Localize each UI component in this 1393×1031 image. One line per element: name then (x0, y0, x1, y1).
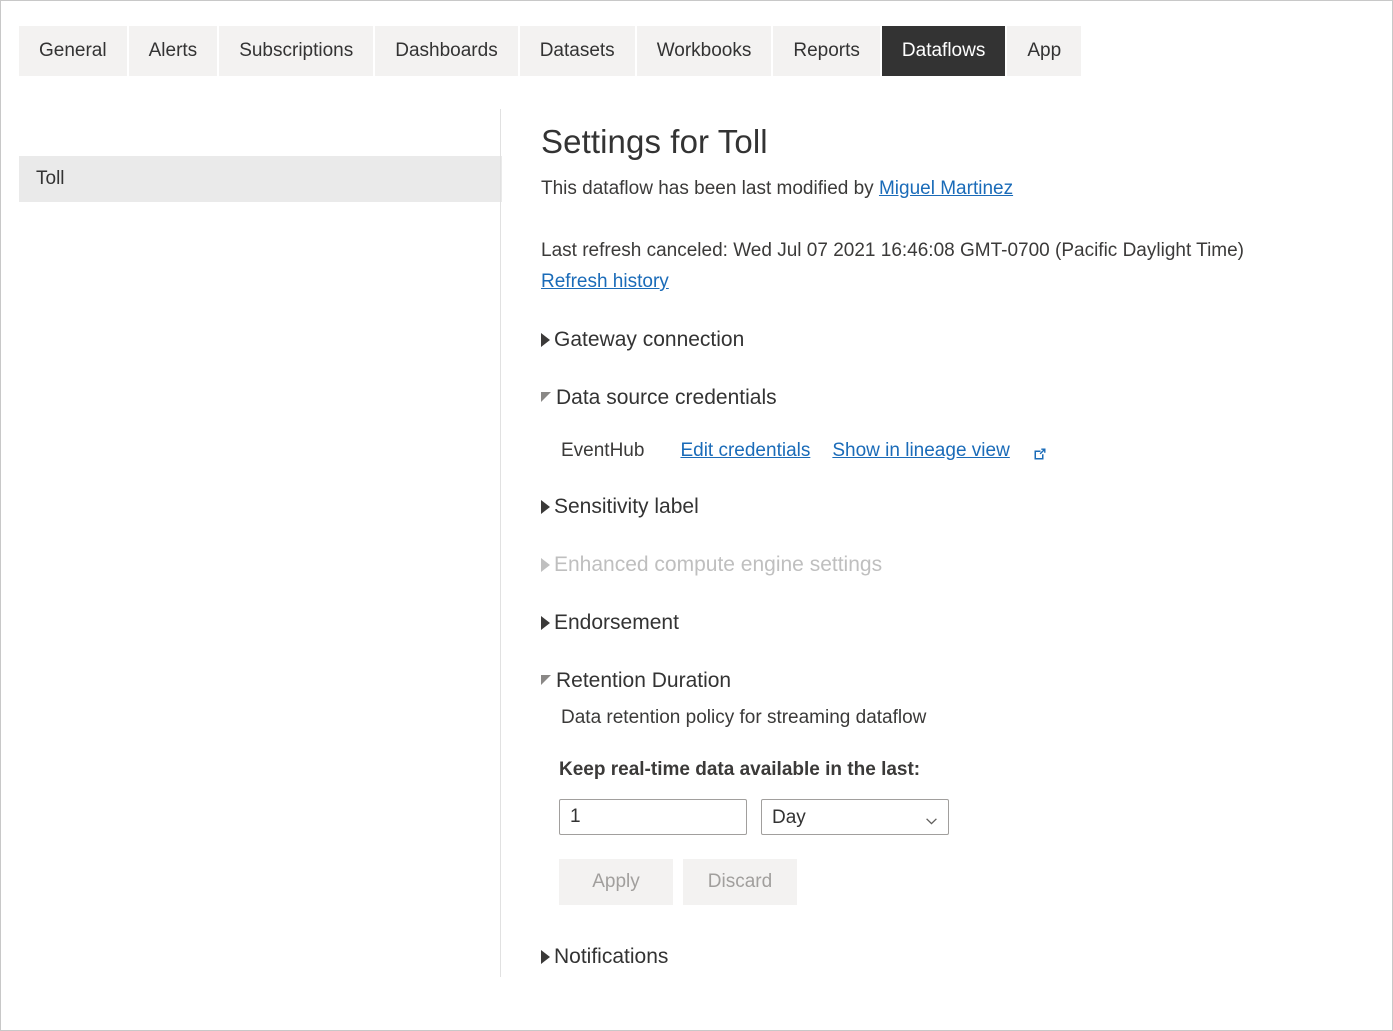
retention-unit-select-wrap: Day (761, 799, 949, 835)
section-title: Data source credentials (556, 384, 777, 412)
apply-button[interactable]: Apply (559, 859, 673, 905)
page-title: Settings for Toll (541, 121, 1361, 163)
sidebar-item-toll[interactable]: Toll (19, 156, 502, 202)
section-data-source-credentials: Data source credentials EventHub Edit cr… (541, 384, 1361, 463)
retention-field-row: Day (559, 799, 1361, 835)
section-header-endorsement[interactable]: Endorsement (541, 609, 1361, 637)
sidebar-item-label: Toll (19, 168, 65, 190)
credential-row: EventHub Edit credentials Show in lineag… (561, 439, 1361, 463)
section-enhanced-compute-engine-settings: Enhanced compute engine settings (541, 551, 1361, 579)
chevron-down-icon (541, 675, 551, 685)
edit-credentials-link[interactable]: Edit credentials (680, 439, 810, 463)
chevron-down-icon (541, 392, 551, 402)
retention-amount-input[interactable] (559, 799, 747, 835)
section-retention-duration: Retention Duration Data retention policy… (541, 667, 1361, 905)
section-header-sensitivity-label[interactable]: Sensitivity label (541, 493, 1361, 521)
external-link-icon (1032, 445, 1048, 461)
refresh-status-block: Last refresh canceled: Wed Jul 07 2021 1… (541, 237, 1361, 296)
section-sensitivity-label: Sensitivity label (541, 493, 1361, 521)
dataflow-list-sidebar: Toll (2, 109, 500, 975)
chevron-right-icon (541, 333, 550, 347)
chevron-right-icon (541, 616, 550, 630)
chevron-right-icon (541, 500, 550, 514)
section-title: Notifications (554, 943, 668, 971)
section-header-data-source-credentials[interactable]: Data source credentials (541, 384, 1361, 412)
section-header-retention-duration[interactable]: Retention Duration (541, 667, 1361, 695)
section-title: Enhanced compute engine settings (554, 551, 882, 579)
vertical-divider (500, 109, 501, 977)
section-header-notifications[interactable]: Notifications (541, 943, 1361, 971)
discard-button[interactable]: Discard (683, 859, 797, 905)
tab-workbooks[interactable]: Workbooks (637, 26, 772, 76)
refresh-history-link[interactable]: Refresh history (541, 268, 669, 296)
last-refresh-status: Last refresh canceled: Wed Jul 07 2021 1… (541, 237, 1361, 265)
show-in-lineage-view-link[interactable]: Show in lineage view (832, 439, 1009, 463)
tab-alerts[interactable]: Alerts (129, 26, 218, 76)
section-gateway-connection: Gateway connection (541, 326, 1361, 354)
section-header-gateway-connection[interactable]: Gateway connection (541, 326, 1361, 354)
section-title: Retention Duration (556, 667, 731, 695)
section-endorsement: Endorsement (541, 609, 1361, 637)
credential-source-name: EventHub (561, 439, 644, 463)
section-header-enhanced-compute-engine-settings: Enhanced compute engine settings (541, 551, 1361, 579)
retention-button-row: Apply Discard (559, 859, 1361, 905)
workspace-tabs: General Alerts Subscriptions Dashboards … (19, 26, 1081, 76)
section-notifications: Notifications (541, 943, 1361, 971)
chevron-right-icon (541, 558, 550, 572)
retention-unit-select[interactable]: Day (761, 799, 949, 835)
tab-datasets[interactable]: Datasets (520, 26, 635, 76)
chevron-right-icon (541, 950, 550, 964)
retention-description: Data retention policy for streaming data… (561, 706, 1361, 730)
tab-dashboards[interactable]: Dashboards (375, 26, 517, 76)
tab-app[interactable]: App (1007, 26, 1081, 76)
section-title: Endorsement (554, 609, 679, 637)
section-title: Gateway connection (554, 326, 744, 354)
retention-field-label: Keep real-time data available in the las… (559, 758, 1361, 782)
last-modified-prefix: This dataflow has been last modified by (541, 178, 879, 199)
tab-subscriptions[interactable]: Subscriptions (219, 26, 373, 76)
last-modified-line: This dataflow has been last modified by … (541, 177, 1361, 201)
tab-reports[interactable]: Reports (773, 26, 880, 76)
tab-general[interactable]: General (19, 26, 127, 76)
section-title: Sensitivity label (554, 493, 699, 521)
settings-page: General Alerts Subscriptions Dashboards … (0, 0, 1393, 1031)
settings-panel: Settings for Toll This dataflow has been… (541, 121, 1361, 971)
tab-dataflows[interactable]: Dataflows (882, 26, 1005, 76)
last-modified-by-link[interactable]: Miguel Martinez (879, 178, 1013, 199)
